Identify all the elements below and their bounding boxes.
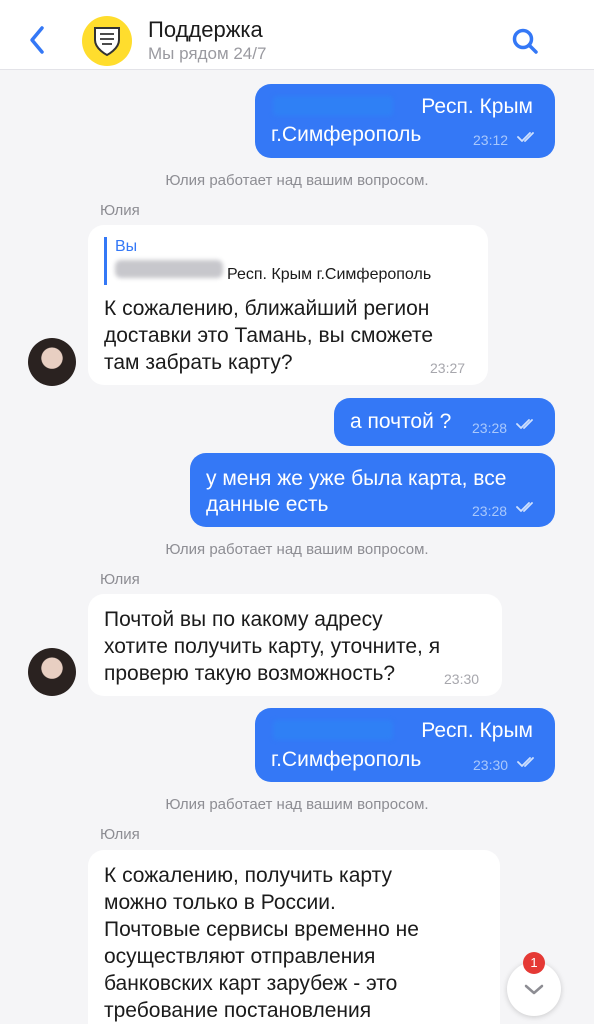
message-time: 23:27 (430, 360, 466, 376)
avatar (28, 338, 76, 386)
redacted-text (115, 260, 223, 278)
double-check-icon (516, 419, 533, 429)
message-time: 23:30 (473, 757, 509, 773)
search-icon (512, 28, 538, 54)
message-text: К сожалению, получить карту (104, 864, 392, 887)
message-outgoing[interactable]: а почтой ? 23:28 (334, 398, 555, 446)
message-text: Почтой вы по какому адресу (104, 608, 383, 631)
message-time: 23:30 (444, 671, 480, 687)
quote-text: Респ. Крым г.Симферополь (227, 266, 432, 283)
sender-name: Юлия (100, 826, 140, 843)
chat-title: Поддержка (148, 17, 263, 42)
message-text: Почтовые сервисы временно не (104, 918, 419, 941)
search-button[interactable] (510, 26, 542, 58)
message-text: г.Симферополь (271, 123, 422, 146)
message-text: у меня же уже была карта, все (206, 467, 507, 490)
message-text: Респ. Крым (421, 719, 533, 742)
message-outgoing[interactable]: Респ. Крым г.Симферополь 23:12 (255, 84, 555, 158)
message-text: К сожалению, ближайший регион (104, 297, 430, 320)
system-notice: Юлия работает над вашим вопросом. (165, 541, 429, 558)
chevron-left-icon (30, 26, 44, 54)
message-text: доставки это Тамань, вы сможете (104, 324, 433, 347)
double-check-icon (516, 502, 533, 512)
message-text: банковских карт зарубеж - это (104, 972, 398, 995)
message-time: 23:12 (473, 132, 509, 148)
double-check-icon (517, 757, 534, 767)
message-text: г.Симферополь (271, 748, 422, 771)
message-text: Респ. Крым (421, 95, 533, 118)
system-notice: Юлия работает над вашим вопросом. (165, 172, 429, 189)
message-text: можно только в России. (104, 891, 336, 914)
unread-badge: 1 (523, 952, 545, 974)
redacted-text (273, 96, 393, 116)
redacted-text (273, 720, 393, 740)
message-incoming[interactable]: К сожалению, получить карту можно только… (88, 850, 500, 1024)
message-time: 23:28 (472, 420, 508, 436)
back-button[interactable] (24, 22, 52, 58)
sender-name: Юлия (100, 571, 140, 588)
message-text: а почтой ? (350, 410, 452, 433)
message-text: требование постановления (104, 999, 372, 1022)
bank-logo (82, 16, 132, 66)
message-text: осуществляют отправления (104, 945, 376, 968)
chat-subtitle: Мы рядом 24/7 (148, 44, 267, 63)
shield-crest-icon (94, 27, 120, 57)
system-notice: Юлия работает над вашим вопросом. (165, 796, 429, 813)
message-incoming[interactable]: Вы Респ. Крым г.Симферополь К сожалению,… (88, 225, 488, 385)
message-time: 23:28 (472, 503, 508, 519)
message-incoming[interactable]: Почтой вы по какому адресу хотите получи… (88, 594, 502, 696)
quote-author: Вы (115, 238, 138, 255)
avatar (28, 648, 76, 696)
chat-header: Поддержка Мы рядом 24/7 (0, 0, 594, 70)
double-check-icon (517, 132, 534, 142)
message-outgoing[interactable]: Респ. Крым г.Симферополь 23:30 (255, 708, 555, 782)
message-text: проверю такую возможность? (104, 662, 396, 685)
message-text: данные есть (206, 493, 329, 516)
message-text: хотите получить карту, уточните, я (104, 635, 441, 658)
message-outgoing[interactable]: у меня же уже была карта, все данные ест… (190, 453, 555, 527)
message-text: там забрать карту? (104, 351, 293, 374)
sender-name: Юлия (100, 202, 140, 219)
